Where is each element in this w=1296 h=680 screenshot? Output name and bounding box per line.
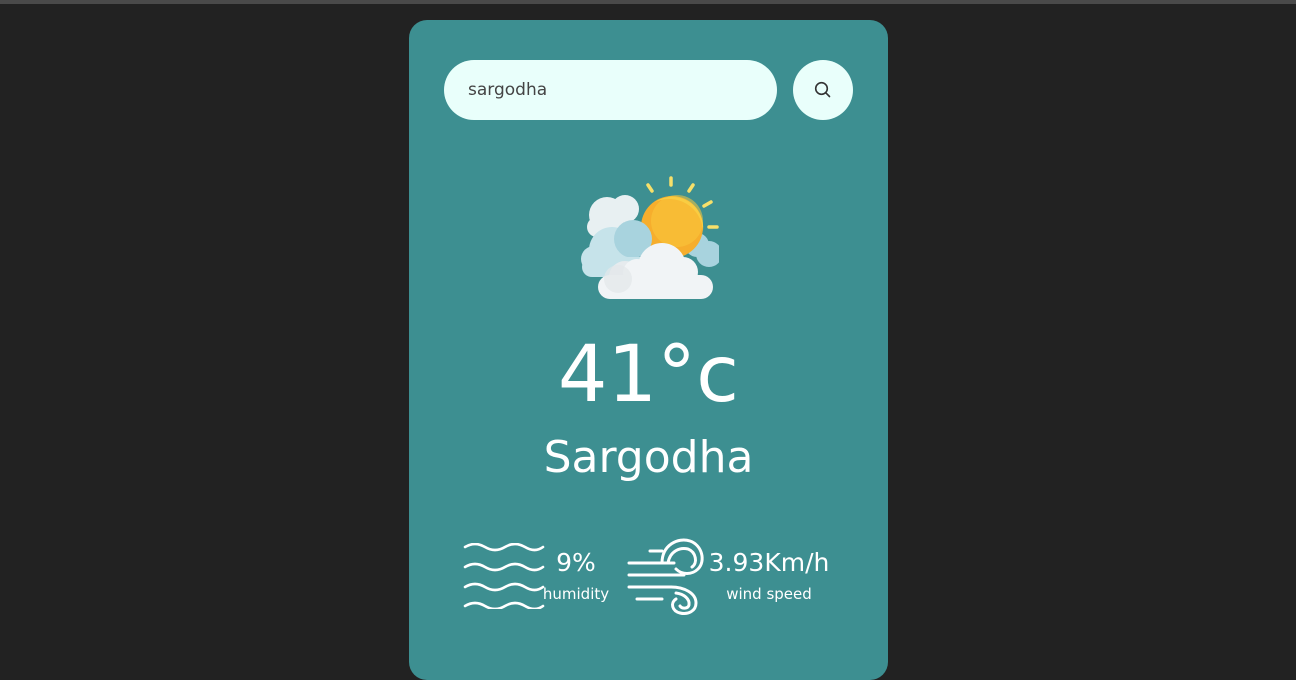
weather-card: 41°c Sargodha 9% humidity [409, 20, 888, 680]
weather-details: 9% humidity 3.93Km/h wind speed [409, 535, 888, 615]
humidity-value: 9% [556, 548, 596, 577]
humidity-icon [463, 543, 545, 609]
city-name: Sargodha [543, 432, 754, 483]
partly-cloudy-icon [581, 176, 719, 299]
search-input[interactable] [444, 60, 777, 120]
humidity-label: humidity [542, 585, 610, 603]
wind-speed-value: 3.93Km/h [708, 548, 830, 577]
temperature: 41°c [557, 330, 740, 420]
wind-icon [627, 538, 704, 615]
search-icon [814, 81, 831, 98]
wind-speed-label: wind speed [726, 585, 812, 603]
search-button[interactable] [793, 60, 853, 120]
browser-top-strip [0, 0, 1296, 4]
